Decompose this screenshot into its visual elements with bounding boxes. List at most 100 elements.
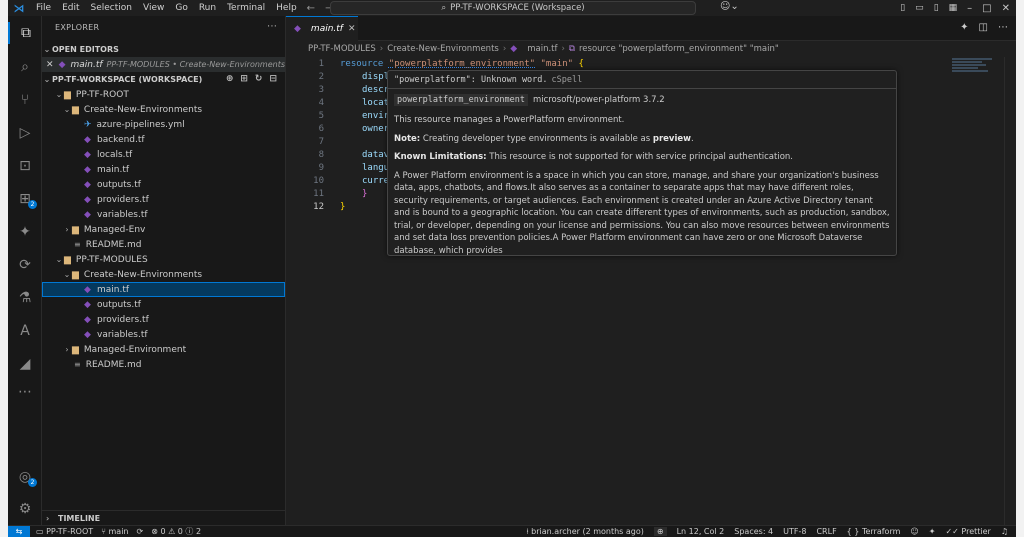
status-indentation[interactable]: Spaces: 4 [734,527,773,536]
tab-bar: ◆ main.tf ✕ [286,16,1016,41]
new-file-icon[interactable]: ⊕ [226,74,234,84]
source-control-icon[interactable]: ⑂ [8,89,42,111]
tree-folder[interactable]: ⌄ ▆ Create-New-Environments [42,102,285,117]
power-platform-icon[interactable]: ⟳ [8,254,42,276]
line-number: 5 [318,111,324,121]
back-arrow-icon[interactable]: ← [307,3,315,14]
tree-file[interactable]: ◆ variables.tf [42,207,285,222]
open-editor-item[interactable]: ✕ ◆ main.tf PP-TF-MODULES • Create-New-E… [42,57,285,72]
terraform-file-icon: ◆ [84,314,91,325]
copilot-status-icon[interactable]: ☺ [910,527,918,536]
status-eol[interactable]: CRLF [816,527,836,536]
minimap[interactable] [952,58,1000,78]
tree-file[interactable]: ≡ README.md [42,237,285,252]
terraform-file-icon: ◆ [84,329,91,340]
status-problems[interactable]: ⊗ 0 ⚠ 0 ⓘ 2 [151,526,201,537]
remote-indicator-icon[interactable]: ⇆ [8,525,30,537]
chevron-right-icon: › [379,43,384,54]
tree-file[interactable]: ◆ locals.tf [42,147,285,162]
tree-folder[interactable]: › ▆ Managed-Env [42,222,285,237]
copilot-icon[interactable]: ☺⌄ [720,1,739,12]
line-number: 4 [318,98,324,108]
customize-layout-icon[interactable]: ▦ [949,3,958,13]
timeline-header[interactable]: › TIMELINE [42,510,285,525]
tree-file[interactable]: ◆ outputs.tf [42,177,285,192]
command-center[interactable]: ⌕ PP-TF-WORKSPACE (Workspace) [330,1,696,15]
status-encoding[interactable]: UTF-8 [783,527,806,536]
tree-file[interactable]: ◆ backend.tf [42,132,285,147]
tree-folder-root[interactable]: ⌄ ▆ PP-TF-MODULES [42,252,285,267]
tree-file[interactable]: ◆ main.tf [42,162,285,177]
power-apps-icon[interactable]: ◢ [8,353,42,375]
azure-icon[interactable]: A [8,320,42,342]
toggle-panel-icon[interactable]: ▭ [915,3,924,13]
tree-file[interactable]: ≡ README.md [42,357,285,372]
status-language[interactable]: { } Terraform [847,527,901,536]
split-editor-icon[interactable]: ◫ [979,22,988,33]
remote-explorer-icon[interactable]: ⊡ [8,155,42,177]
menu-selection[interactable]: Selection [91,3,132,13]
status-branch[interactable]: ⑂ main [101,527,128,536]
code-line: datav [362,150,390,160]
tree-folder[interactable]: ⌄ ▆ Create-New-Environments [42,267,285,282]
settings-gear-icon[interactable]: ⚙ [8,498,42,520]
menu-terminal[interactable]: Terminal [227,3,265,13]
open-editors-header[interactable]: ⌄ OPEN EDITORS [42,42,285,57]
menu-view[interactable]: View [143,3,164,13]
tree-file[interactable]: ◆ outputs.tf [42,297,285,312]
refresh-icon[interactable]: ↻ [255,74,263,84]
more-actions-icon[interactable]: ⋯ [998,22,1008,33]
maximize-icon[interactable]: □ [982,3,991,14]
explorer-icon[interactable]: ⧉ [8,22,42,44]
tree-folder[interactable]: › ▆ Managed-Environment [42,342,285,357]
sync-icon[interactable]: ⟳ [137,527,144,536]
vertical-scrollbar[interactable] [1004,57,1016,525]
menu-run[interactable]: Run [199,3,216,13]
notifications-icon[interactable]: ♫ [1001,527,1008,536]
toggle-primary-sidebar-icon[interactable]: ▯ [900,3,905,13]
breadcrumb-item[interactable]: main.tf [527,44,557,54]
breadcrumb-item[interactable]: Create-New-Environments [387,44,499,54]
run-debug-icon[interactable]: ▷ [8,122,42,144]
menu-go[interactable]: Go [175,3,187,13]
more-views-icon[interactable]: ⋯ [8,381,42,403]
status-blame[interactable]: ⍿ brian.archer (2 months ago) [527,527,644,537]
terraform-file-icon: ◆ [84,134,91,145]
menu-help[interactable]: Help [276,3,297,13]
tab-main-tf[interactable]: ◆ main.tf ✕ [286,16,358,41]
new-folder-icon[interactable]: ⊞ [240,74,248,84]
more-actions-icon[interactable]: ⋯ [267,21,277,32]
close-icon[interactable]: ✕ [42,60,54,70]
copilot-sparkle-icon[interactable]: ✦ [960,22,968,33]
sparkle-icon[interactable]: ✦ [929,527,936,536]
menu-file[interactable]: File [36,3,51,13]
hover-note: Note: Creating developer type environmen… [394,133,694,144]
breadcrumb-item[interactable]: PP-TF-MODULES [308,44,376,54]
line-number: 8 [318,150,324,160]
extensions-icon[interactable]: ⊞ 2 [8,188,42,210]
workspace-header[interactable]: ⌄ PP-TF-WORKSPACE (WORKSPACE) ⊕ ⊞ ↻ ⊟ [42,72,285,87]
zoom-icon[interactable]: ⊕ [653,527,667,536]
status-cursor-position[interactable]: Ln 12, Col 2 [677,527,725,536]
testing-icon[interactable]: ⚗ [8,287,42,309]
close-tab-icon[interactable]: ✕ [348,24,356,34]
tree-folder-root[interactable]: ⌄ ▆ PP-TF-ROOT [42,87,285,102]
tree-file[interactable]: ◆ providers.tf [42,192,285,207]
tree-file[interactable]: ✈ azure-pipelines.yml [42,117,285,132]
search-view-icon[interactable]: ⌕ [8,56,42,78]
code-line: curre [362,176,390,186]
status-formatter[interactable]: ✓✓ Prettier [945,527,990,536]
accounts-icon[interactable]: ◎ 2 [8,466,42,488]
tree-file[interactable]: ◆ providers.tf [42,312,285,327]
close-window-icon[interactable]: ✕ [1002,3,1010,14]
braces-icon: { } [846,527,862,536]
tree-file-selected[interactable]: ◆ main.tf [42,282,285,297]
tree-file[interactable]: ◆ variables.tf [42,327,285,342]
status-root[interactable]: ▭ PP-TF-ROOT [36,527,93,536]
breadcrumb-item[interactable]: resource "powerplatform_environment" "ma… [579,44,779,54]
copilot-chat-icon[interactable]: ✦ [8,221,42,243]
toggle-secondary-sidebar-icon[interactable]: ▯ [934,3,939,13]
menu-edit[interactable]: Edit [62,3,79,13]
minimize-icon[interactable]: – [967,3,972,14]
collapse-all-icon[interactable]: ⊟ [269,74,277,84]
